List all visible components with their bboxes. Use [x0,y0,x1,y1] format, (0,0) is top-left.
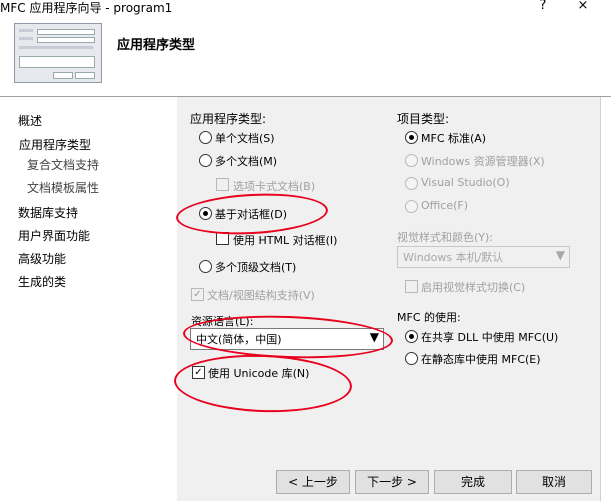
nav-item-overview[interactable]: 概述 [18,112,42,129]
radio-multi-doc[interactable] [199,154,212,167]
prev-button[interactable]: < 上一步 [276,470,350,494]
mfc-use-heading: MFC 的使用: [397,311,461,324]
chevron-down-icon: ▼ [555,248,565,262]
checkbox-tabbed-doc[interactable] [216,178,229,191]
radio-office[interactable] [405,200,418,213]
label-static-lib: 在静态库中使用 MFC(E) [421,353,541,366]
label-windows-explorer: Windows 资源管理器(X) [421,155,545,168]
radio-static-lib[interactable] [405,352,418,365]
checkbox-docview[interactable]: ✓ [191,288,204,301]
checkbox-visual-style-toggle[interactable] [405,280,418,293]
nav-item-database[interactable]: 数据库支持 [18,204,78,221]
label-office: Office(F) [421,199,469,212]
label-single-doc: 单个文档(S) [215,132,275,145]
wizard-thumbnail-image [14,23,102,83]
window-title: MFC 应用程序向导 - program1 [0,1,173,15]
radio-multi-top[interactable] [199,260,212,273]
finish-button[interactable]: 完成 [434,470,512,494]
page-title: 应用程序类型 [117,38,196,53]
nav-item-generated-classes[interactable]: 生成的类 [18,273,66,290]
title-bar: MFC 应用程序向导 - program1 ? × [0,0,611,16]
label-multi-top: 多个顶级文档(T) [215,261,297,274]
window-controls: ? × [523,0,603,13]
window-edge [600,97,611,501]
label-visual-studio: Visual Studio(O) [421,176,510,189]
radio-shared-dll[interactable] [405,330,418,343]
label-mfc-standard: MFC 标准(A) [421,132,487,145]
nav-item-doc-template[interactable]: 文档模板属性 [27,179,99,196]
nav-item-ui-features[interactable]: 用户界面功能 [18,227,90,244]
label-visual-style-toggle: 启用视觉样式切换(C) [421,281,526,294]
label-html-dialog: 使用 HTML 对话框(I) [233,234,338,247]
radio-windows-explorer[interactable] [405,154,418,167]
label-multi-doc: 多个文档(M) [215,155,278,168]
nav-item-advanced[interactable]: 高级功能 [18,250,66,267]
radio-visual-studio[interactable] [405,177,418,190]
app-type-heading: 应用程序类型: [190,112,267,126]
visual-style-value: Windows 本机/默认 [403,251,504,264]
next-button[interactable]: 下一步 > [355,470,429,494]
visual-style-label: 视觉样式和颜色(Y): [397,231,494,244]
radio-mfc-standard[interactable] [405,131,418,144]
cancel-button[interactable]: 取消 [516,470,592,494]
help-button[interactable]: ? [523,0,563,13]
nav-item-compound-doc[interactable]: 复合文档支持 [27,156,99,173]
label-tabbed-doc: 选项卡式文档(B) [233,180,316,193]
radio-single-doc[interactable] [199,131,212,144]
label-shared-dll: 在共享 DLL 中使用 MFC(U) [421,331,559,344]
project-type-heading: 项目类型: [397,112,450,126]
close-button[interactable]: × [563,0,603,13]
nav-item-app-type[interactable]: 应用程序类型 [19,136,91,153]
visual-style-select[interactable]: Windows 本机/默认 ▼ [397,246,570,268]
label-docview: 文档/视图结构支持(V) [207,289,315,302]
